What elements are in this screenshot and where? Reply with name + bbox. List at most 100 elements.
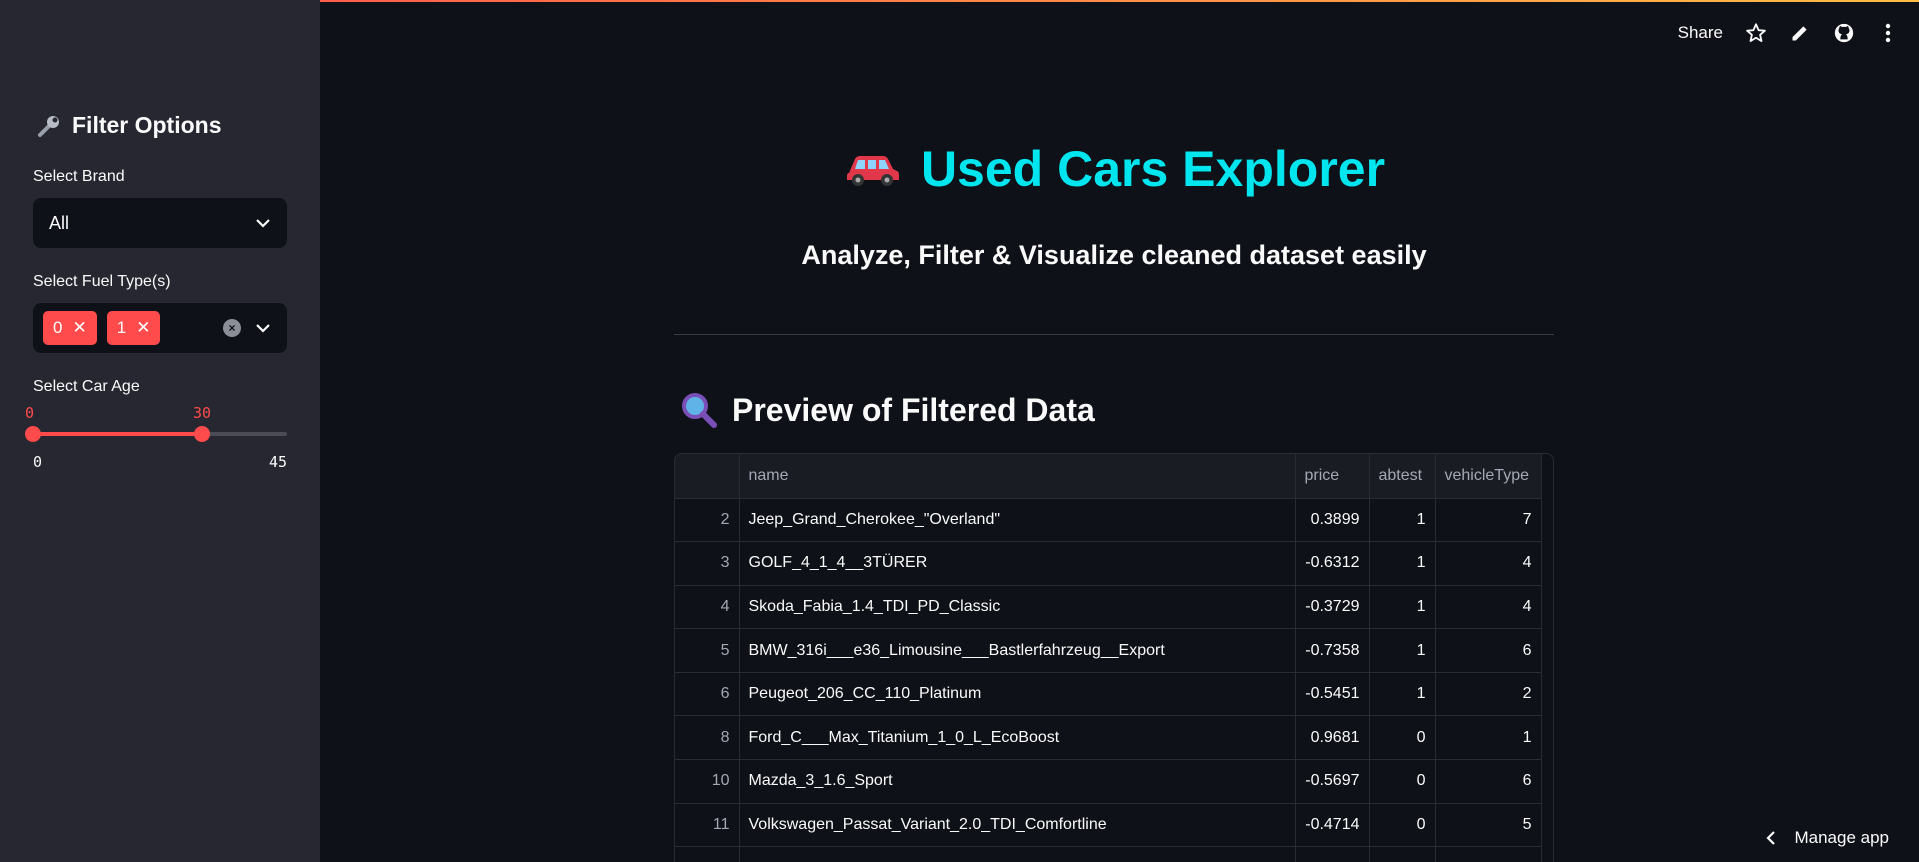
section-title: Preview of Filtered Data xyxy=(678,390,1095,430)
cell-abtest[interactable]: 1 xyxy=(1369,672,1436,717)
column-header[interactable]: price xyxy=(1295,454,1370,499)
remove-tag-icon[interactable]: ✕ xyxy=(72,318,86,338)
chevron-left-icon xyxy=(1766,831,1776,845)
cell-abtest[interactable] xyxy=(1369,846,1436,862)
row-index: 2 xyxy=(675,498,740,543)
brand-label: Select Brand xyxy=(33,168,125,185)
top-toolbar: Share xyxy=(1678,22,1899,44)
cell-abtest[interactable]: 1 xyxy=(1369,498,1436,543)
fuel-multiselect[interactable]: 0 ✕ 1 ✕ × xyxy=(33,303,287,353)
cell-name[interactable]: Mazda_3_1.6_Sport xyxy=(739,759,1296,804)
row-index xyxy=(675,846,740,862)
fuel-label: Select Fuel Type(s) xyxy=(33,273,171,290)
fuel-tag[interactable]: 1 ✕ xyxy=(106,311,161,345)
cell-vehicletype[interactable]: 4 xyxy=(1435,541,1542,586)
cell-abtest[interactable]: 1 xyxy=(1369,541,1436,586)
cell-price[interactable]: 0.3899 xyxy=(1295,498,1370,543)
age-range-min: 0 xyxy=(33,453,43,471)
column-header[interactable]: vehicleType xyxy=(1435,454,1542,499)
table-row[interactable]: 5 BMW_316i___e36_Limousine___Bastlerfahrz… xyxy=(675,628,1542,673)
row-index: 3 xyxy=(675,541,740,586)
cell-price[interactable]: -0.7358 xyxy=(1295,628,1370,673)
column-header[interactable]: abtest xyxy=(1369,454,1436,499)
row-index: 6 xyxy=(675,672,740,717)
age-min-selected: 0 xyxy=(25,404,35,422)
cell-vehicletype[interactable]: 2 xyxy=(1435,672,1542,717)
page-subtitle: Analyze, Filter & Visualize cleaned data… xyxy=(801,240,1427,270)
cell-price[interactable]: 0.9681 xyxy=(1295,715,1370,761)
cell-price[interactable]: -0.5697 xyxy=(1295,759,1370,804)
row-index: 11 xyxy=(675,803,740,848)
age-slider-fill xyxy=(33,432,202,436)
manage-app-button[interactable]: Manage app xyxy=(1766,828,1889,848)
age-slider-max-handle[interactable] xyxy=(194,426,210,442)
cell-price[interactable]: -0.3729 xyxy=(1295,585,1370,630)
section-title-text: Preview of Filtered Data xyxy=(732,391,1095,428)
page-title: Used Cars Explorer xyxy=(843,140,1385,198)
more-vertical-icon[interactable] xyxy=(1877,22,1899,44)
chevron-down-icon[interactable] xyxy=(255,323,271,333)
divider xyxy=(674,334,1554,335)
table-row[interactable]: 6 Peugeot_206_CC_110_Platinum -0.5451 1 2 xyxy=(675,672,1542,717)
row-index: 5 xyxy=(675,628,740,673)
cell-price[interactable]: -0.5451 xyxy=(1295,672,1370,717)
cell-vehicletype[interactable]: 4 xyxy=(1435,585,1542,630)
remove-tag-icon[interactable]: ✕ xyxy=(136,318,150,338)
cell-price[interactable] xyxy=(1295,846,1370,862)
brand-select[interactable]: All xyxy=(33,198,287,248)
cell-abtest[interactable]: 0 xyxy=(1369,759,1436,804)
cell-name[interactable] xyxy=(739,846,1296,862)
cell-vehicletype[interactable]: 6 xyxy=(1435,628,1542,673)
cell-price[interactable]: -0.6312 xyxy=(1295,541,1370,586)
cell-abtest[interactable]: 0 xyxy=(1369,803,1436,848)
edit-pencil-icon[interactable] xyxy=(1789,22,1811,44)
cell-name[interactable]: Peugeot_206_CC_110_Platinum xyxy=(739,672,1296,717)
cell-name[interactable]: Jeep_Grand_Cherokee_"Overland" xyxy=(739,498,1296,543)
table-row[interactable] xyxy=(675,846,1542,862)
sidebar-title: Filter Options xyxy=(36,112,222,139)
cell-vehicletype[interactable]: 1 xyxy=(1435,715,1542,761)
chevron-down-icon xyxy=(256,219,270,228)
cell-abtest[interactable]: 0 xyxy=(1369,715,1436,761)
page-title-text: Used Cars Explorer xyxy=(920,141,1386,197)
star-icon[interactable] xyxy=(1745,22,1767,44)
cell-price[interactable]: -0.4714 xyxy=(1295,803,1370,848)
column-header[interactable] xyxy=(675,454,740,499)
car-icon xyxy=(846,156,899,186)
age-range-max: 45 xyxy=(269,453,288,471)
cell-abtest[interactable]: 1 xyxy=(1369,628,1436,673)
cell-vehicletype[interactable]: 5 xyxy=(1435,803,1542,848)
age-label: Select Car Age xyxy=(33,378,140,395)
cell-name[interactable]: Ford_C___Max_Titanium_1_0_L_EcoBoost xyxy=(739,715,1296,761)
table-row[interactable]: 4 Skoda_Fabia_1.4_TDI_PD_Classic -0.3729 1 4 xyxy=(675,585,1542,630)
share-button[interactable]: Share xyxy=(1678,23,1723,43)
row-index: 10 xyxy=(675,759,740,804)
column-header[interactable]: name xyxy=(739,454,1296,499)
brand-select-value: All xyxy=(49,212,70,233)
sidebar: Filter Options Select Brand All Select F… xyxy=(0,0,320,862)
age-max-selected: 30 xyxy=(193,404,212,422)
row-index: 8 xyxy=(675,715,740,761)
github-icon[interactable] xyxy=(1833,22,1855,44)
table-row[interactable]: 10 Mazda_3_1.6_Sport -0.5697 0 6 xyxy=(675,759,1542,804)
data-table[interactable]: name price abtest vehicleType 2 Jeep_Gran… xyxy=(674,453,1554,862)
hero: Used Cars Explorer xyxy=(674,140,1554,198)
table-row[interactable]: 11 Volkswagen_Passat_Variant_2.0_TDI_Comf… xyxy=(675,803,1542,848)
cell-name[interactable]: Skoda_Fabia_1.4_TDI_PD_Classic xyxy=(739,585,1296,630)
magnifier-icon xyxy=(682,393,717,428)
cell-name[interactable]: BMW_316i___e36_Limousine___Bastlerfahrze… xyxy=(739,628,1296,673)
cell-abtest[interactable]: 1 xyxy=(1369,585,1436,630)
cell-name[interactable]: GOLF_4_1_4__3TÜRER xyxy=(739,541,1296,586)
clear-all-icon[interactable]: × xyxy=(223,319,241,337)
table-row[interactable]: 3 GOLF_4_1_4__3TÜRER -0.6312 1 4 xyxy=(675,541,1542,586)
table-row[interactable]: 2 Jeep_Grand_Cherokee_"Overland" 0.3899 1 7 xyxy=(675,498,1542,543)
table-row[interactable]: 8 Ford_C___Max_Titanium_1_0_L_EcoBoost 0.9… xyxy=(675,715,1542,761)
table-header-row: name price abtest vehicleType xyxy=(675,454,1542,499)
age-slider-min-handle[interactable] xyxy=(25,426,41,442)
fuel-tag[interactable]: 0 ✕ xyxy=(43,311,97,345)
cell-vehicletype[interactable]: 7 xyxy=(1435,498,1542,543)
cell-vehicletype[interactable] xyxy=(1435,846,1542,862)
wrench-icon xyxy=(38,115,59,137)
cell-name[interactable]: Volkswagen_Passat_Variant_2.0_TDI_Comfor… xyxy=(739,803,1296,848)
cell-vehicletype[interactable]: 6 xyxy=(1435,759,1542,804)
